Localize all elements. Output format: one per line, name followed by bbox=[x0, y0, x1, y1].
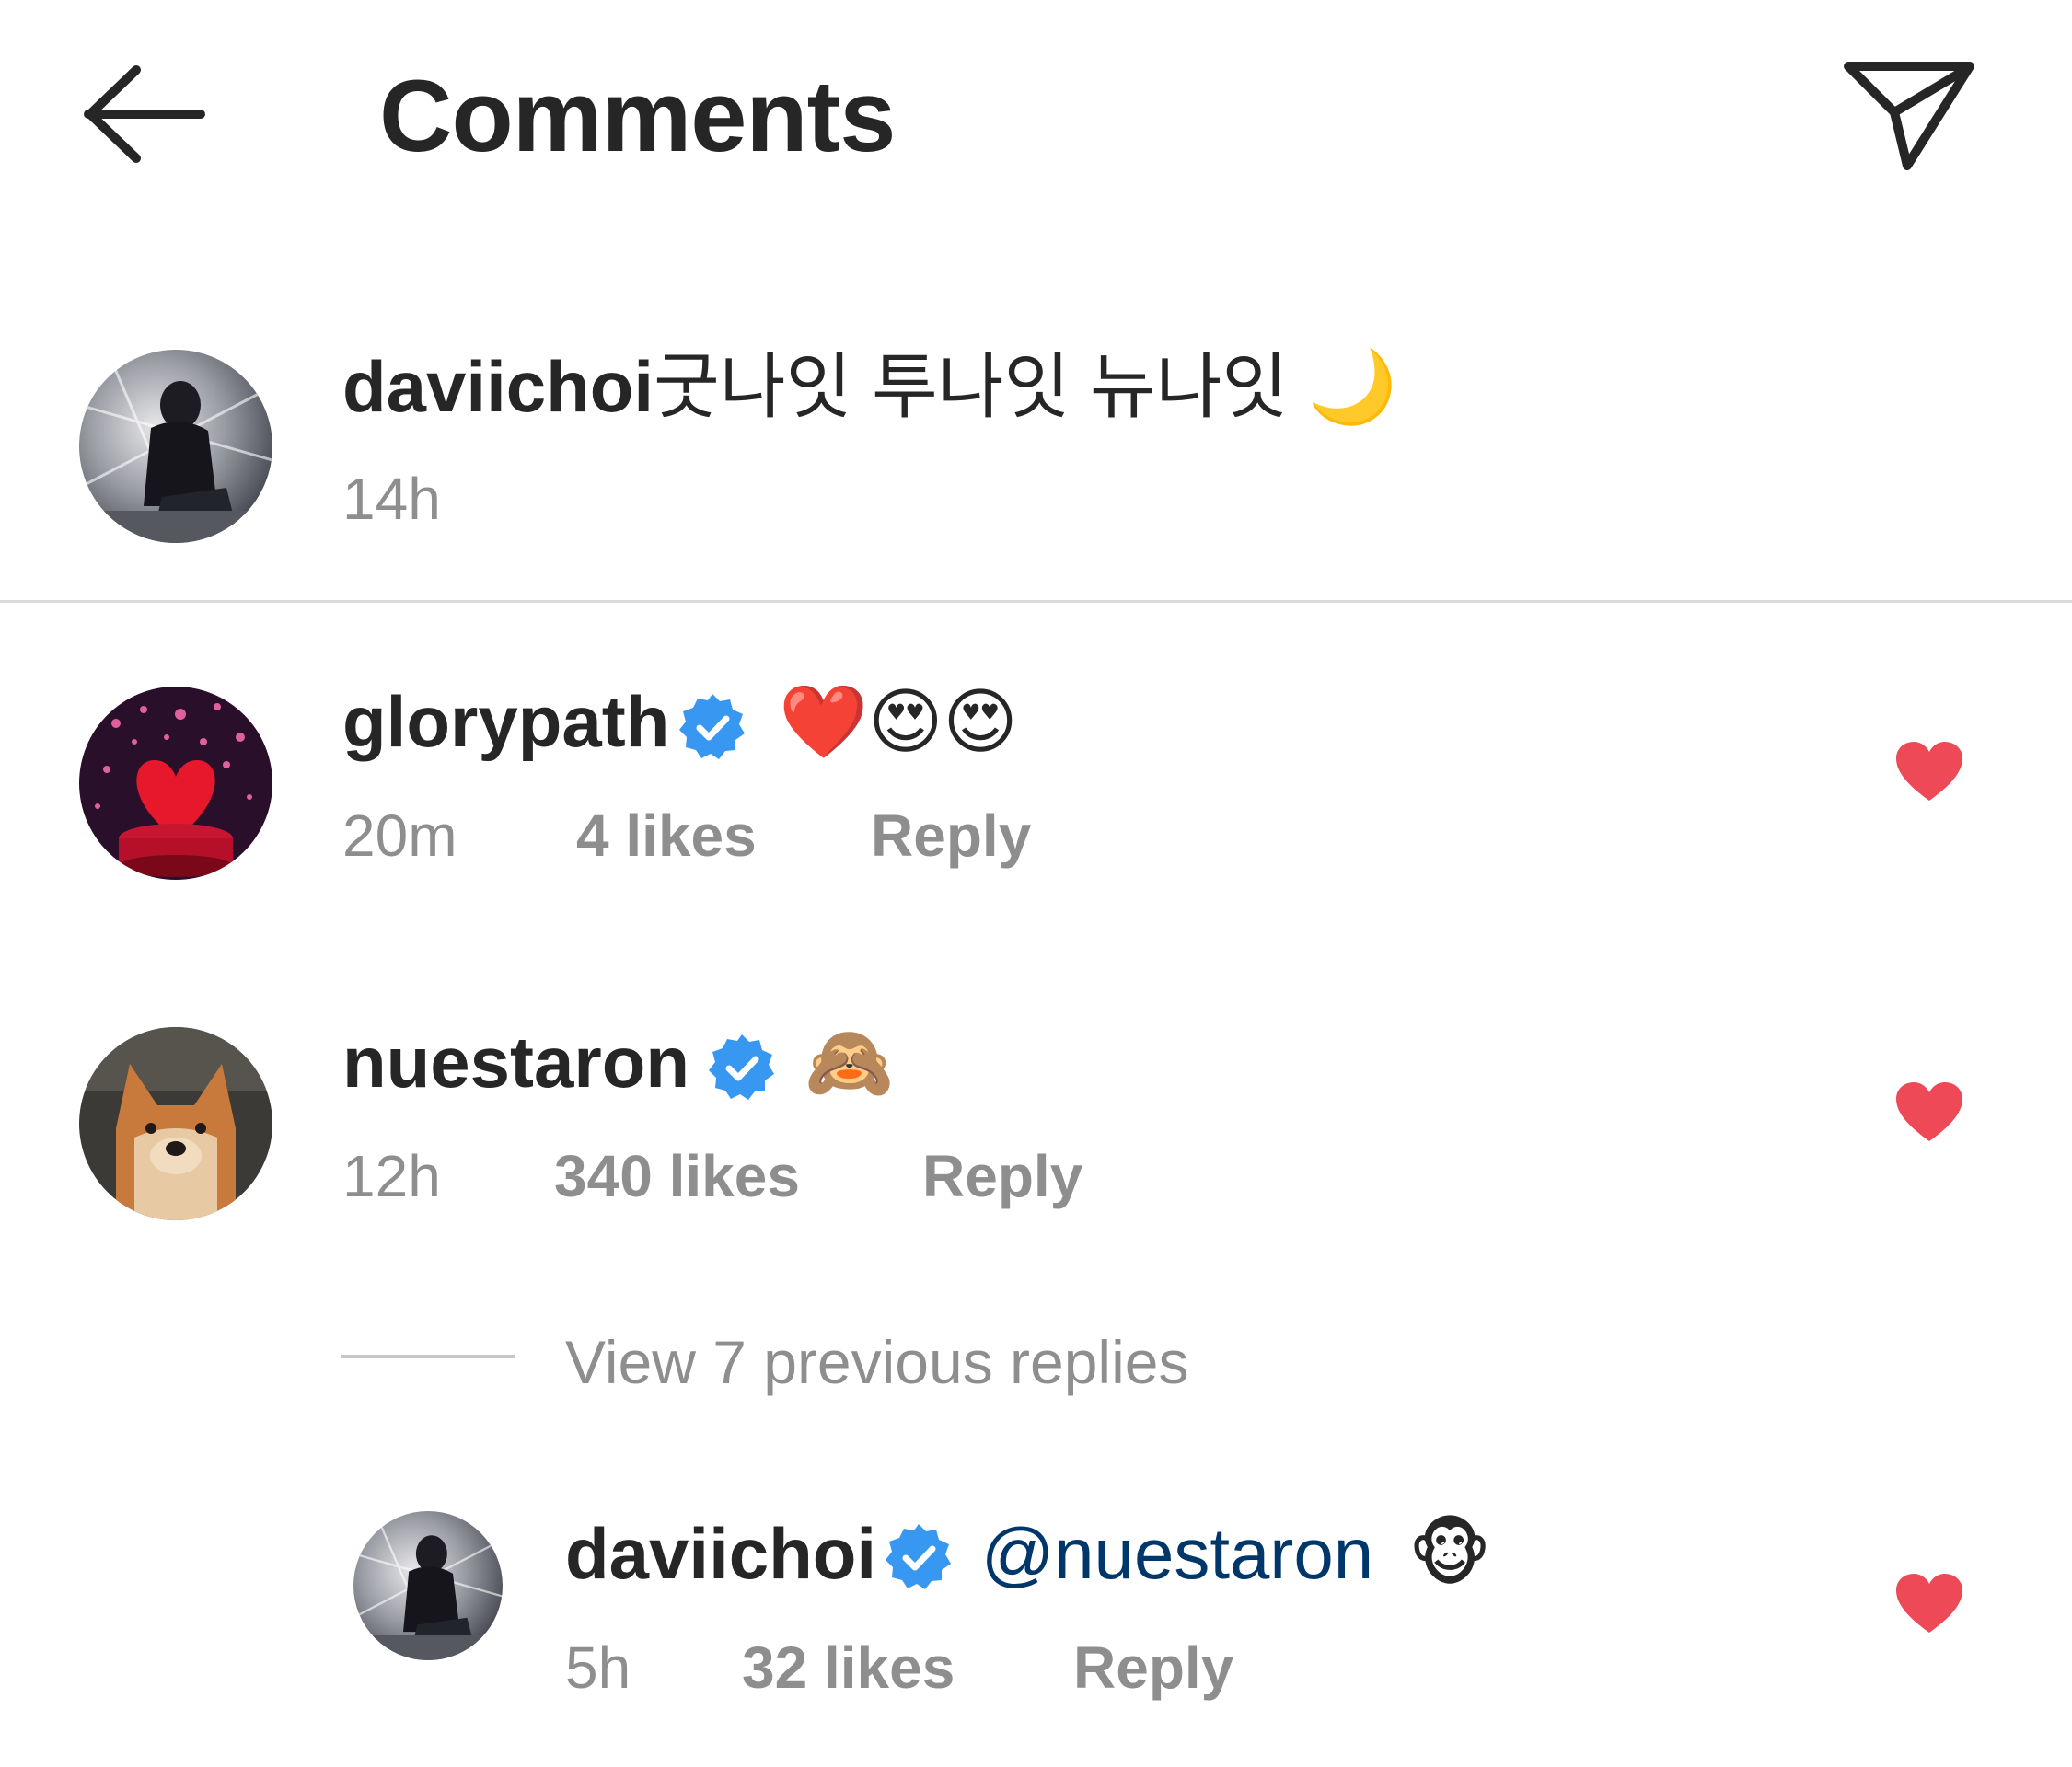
reply-button[interactable]: Reply bbox=[871, 799, 1031, 872]
avatar-image bbox=[79, 350, 272, 543]
comment-username[interactable]: glorypath bbox=[342, 677, 669, 766]
avatar[interactable] bbox=[353, 1511, 503, 1660]
comment-username[interactable]: nuestaron bbox=[342, 1018, 689, 1106]
reply-time: 5h bbox=[565, 1634, 631, 1701]
caption-text: 굿나잇 투나잇 뉴나잇 🌙 bbox=[654, 346, 1397, 427]
comment-likes[interactable]: 340 likes bbox=[554, 1139, 800, 1213]
avatar-image bbox=[79, 1027, 272, 1220]
share-button[interactable] bbox=[1841, 57, 1979, 177]
reply-likes[interactable]: 32 likes bbox=[742, 1631, 955, 1704]
heart-icon[interactable] bbox=[1894, 1080, 1964, 1145]
heart-icon[interactable] bbox=[1894, 740, 1964, 804]
avatar[interactable] bbox=[79, 687, 272, 880]
comment-time: 20m bbox=[342, 803, 457, 869]
verified-badge-icon bbox=[709, 1034, 774, 1100]
caption-time: 14h bbox=[342, 466, 441, 532]
heart-icon[interactable] bbox=[1894, 1572, 1964, 1636]
avatar-image bbox=[353, 1511, 503, 1660]
comment-likes[interactable]: 4 likes bbox=[576, 799, 757, 872]
reply-button[interactable]: Reply bbox=[922, 1139, 1082, 1213]
avatar[interactable] bbox=[79, 1027, 272, 1220]
comment-text: ❤️😍😍 bbox=[779, 681, 1018, 762]
back-button[interactable] bbox=[79, 59, 208, 169]
paper-plane-icon bbox=[1844, 62, 1974, 170]
verified-badge-icon bbox=[886, 1524, 951, 1589]
reply-text: 🐵 bbox=[1408, 1513, 1492, 1594]
avatar[interactable] bbox=[79, 350, 272, 543]
divider bbox=[0, 600, 2072, 603]
page-title: Comments bbox=[379, 60, 896, 173]
comment-time: 12h bbox=[342, 1143, 441, 1209]
comment-text: 🙈 bbox=[804, 1022, 895, 1103]
replies-divider-line bbox=[341, 1355, 515, 1358]
reply-username[interactable]: daviichoi bbox=[565, 1509, 876, 1598]
arrow-left-icon bbox=[84, 65, 205, 163]
avatar-image bbox=[79, 687, 272, 880]
reply-button[interactable]: Reply bbox=[1073, 1631, 1233, 1704]
mention-link[interactable]: @nuestaron bbox=[981, 1509, 1373, 1598]
verified-badge-icon bbox=[679, 694, 745, 759]
view-previous-replies[interactable]: View 7 previous replies bbox=[565, 1325, 1188, 1399]
caption-username[interactable]: daviichoi bbox=[342, 342, 654, 431]
